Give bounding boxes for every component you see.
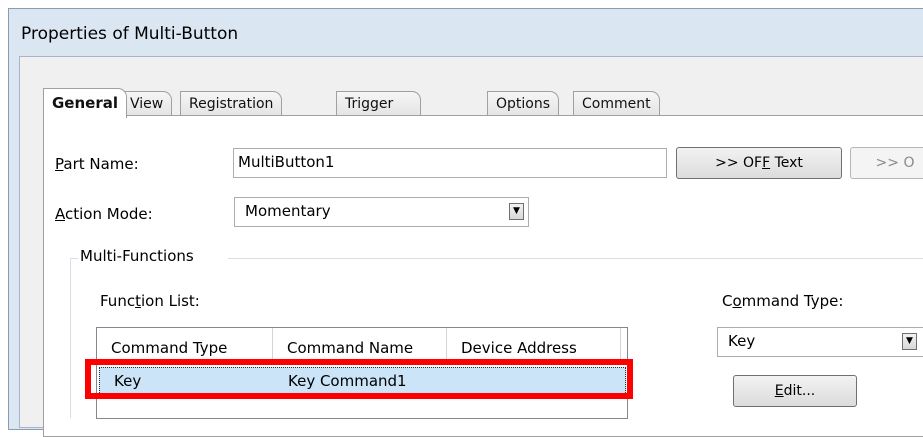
action-mode-label: Action Mode: — [55, 205, 153, 223]
window-title: Properties of Multi-Button — [21, 24, 239, 44]
action-mode-value: Momentary — [245, 202, 331, 220]
group-border-top-right — [228, 258, 923, 259]
function-list-label: Function List: — [100, 292, 200, 310]
command-type-label: Command Type: — [722, 292, 844, 310]
group-border-top-left — [70, 258, 78, 259]
part-name-label: Part Name: — [55, 155, 139, 173]
chevron-down-icon[interactable]: ▼ — [509, 203, 524, 220]
tab-options[interactable]: Options — [487, 91, 560, 116]
action-mode-select[interactable]: Momentary ▼ — [234, 197, 529, 227]
tab-comment[interactable]: Comment — [573, 91, 660, 116]
group-border-left — [70, 258, 71, 418]
edit-button[interactable]: Edit... — [733, 375, 857, 407]
command-type-select[interactable]: Key ▼ — [717, 327, 923, 357]
tab-view[interactable]: View — [121, 91, 173, 116]
part-name-field[interactable]: MultiButton1 — [233, 148, 667, 178]
tab-general[interactable]: General — [43, 88, 127, 118]
tab-trigger-condition[interactable]: Trigger Condition — [336, 91, 421, 136]
on-text-button[interactable]: >> O — [850, 147, 923, 179]
chevron-down-icon[interactable]: ▼ — [902, 333, 917, 350]
highlight-box — [85, 359, 633, 399]
tab-registration-text[interactable]: Registration Text — [180, 91, 283, 136]
off-text-button[interactable]: >> OFF Text — [676, 147, 842, 179]
command-type-value: Key — [728, 332, 756, 350]
multi-functions-label: Multi-Functions — [80, 247, 194, 265]
